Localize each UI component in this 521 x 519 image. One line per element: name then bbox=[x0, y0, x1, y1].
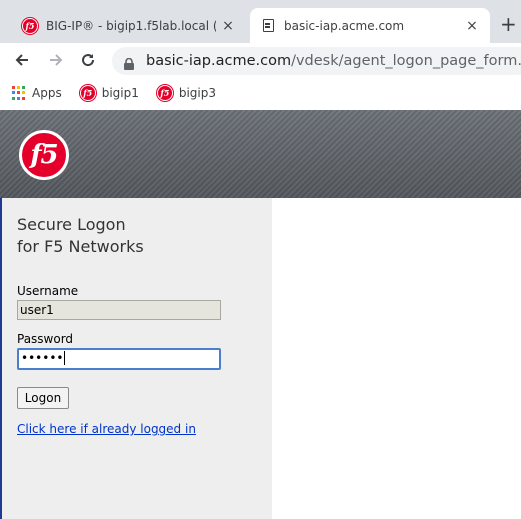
username-label: Username bbox=[17, 284, 79, 298]
page-banner: f5 bbox=[0, 110, 521, 198]
username-field[interactable]: user1 bbox=[17, 300, 221, 320]
close-tab-icon[interactable]: × bbox=[216, 18, 240, 34]
back-button[interactable] bbox=[10, 48, 34, 72]
apps-grid-icon bbox=[12, 86, 26, 100]
reload-icon bbox=[82, 54, 95, 67]
f5-favicon-icon: f5 bbox=[22, 17, 38, 34]
bookmark-label: bigip3 bbox=[178, 86, 217, 100]
url-text: basic-iap.acme.com/vdesk/agent_logon_pag… bbox=[146, 53, 521, 69]
reload-button[interactable] bbox=[76, 48, 100, 72]
forward-arrow-icon bbox=[50, 54, 63, 66]
tab-bigip[interactable]: f5 BIG-IP® - bigip1.f5lab.local (10.1 × bbox=[12, 8, 246, 43]
forward-button[interactable] bbox=[44, 48, 68, 72]
bookmark-apps[interactable]: Apps bbox=[12, 86, 62, 100]
bookmark-bigip1[interactable]: f5 bigip1 bbox=[79, 85, 139, 101]
already-logged-in-link[interactable]: Click here if already logged in bbox=[17, 422, 196, 436]
password-field[interactable]: •••••• bbox=[17, 348, 221, 370]
logon-heading: Secure Logon for F5 Networks bbox=[17, 215, 144, 256]
close-tab-icon[interactable]: × bbox=[460, 18, 484, 34]
content-area bbox=[272, 198, 521, 519]
bookmark-bigip3[interactable]: f5 bigip3 bbox=[156, 85, 217, 101]
bookmarks-bar: Apps f5 bigip1 f5 bigip3 bbox=[0, 78, 521, 108]
url-path: /vdesk/agent_logon_page_form.eui?state= bbox=[291, 53, 521, 69]
tab-strip: f5 BIG-IP® - bigip1.f5lab.local (10.1 × … bbox=[0, 0, 521, 43]
document-icon bbox=[260, 18, 276, 34]
back-arrow-icon bbox=[15, 54, 28, 66]
f5-favicon-icon: f5 bbox=[79, 85, 96, 101]
bookmark-label: bigip1 bbox=[101, 86, 139, 100]
logon-button[interactable]: Logon bbox=[17, 387, 69, 409]
tab-title: basic-iap.acme.com bbox=[284, 18, 405, 33]
f5-favicon-icon: f5 bbox=[156, 85, 173, 101]
f5-logo: f5 bbox=[19, 130, 69, 180]
tab-basic-iap[interactable]: basic-iap.acme.com × bbox=[250, 8, 490, 43]
new-tab-button[interactable]: + bbox=[500, 14, 517, 34]
bookmark-label: Apps bbox=[32, 86, 62, 100]
tab-title: BIG-IP® - bigip1.f5lab.local (10.1 bbox=[46, 18, 216, 33]
address-bar[interactable]: basic-iap.acme.com/vdesk/agent_logon_pag… bbox=[112, 47, 521, 75]
browser-toolbar: basic-iap.acme.com/vdesk/agent_logon_pag… bbox=[0, 43, 521, 78]
url-host: basic-iap.acme.com bbox=[146, 53, 292, 69]
lock-icon bbox=[124, 55, 134, 70]
logon-panel: Secure Logon for F5 Networks Username us… bbox=[0, 198, 272, 519]
password-label: Password bbox=[17, 332, 74, 346]
